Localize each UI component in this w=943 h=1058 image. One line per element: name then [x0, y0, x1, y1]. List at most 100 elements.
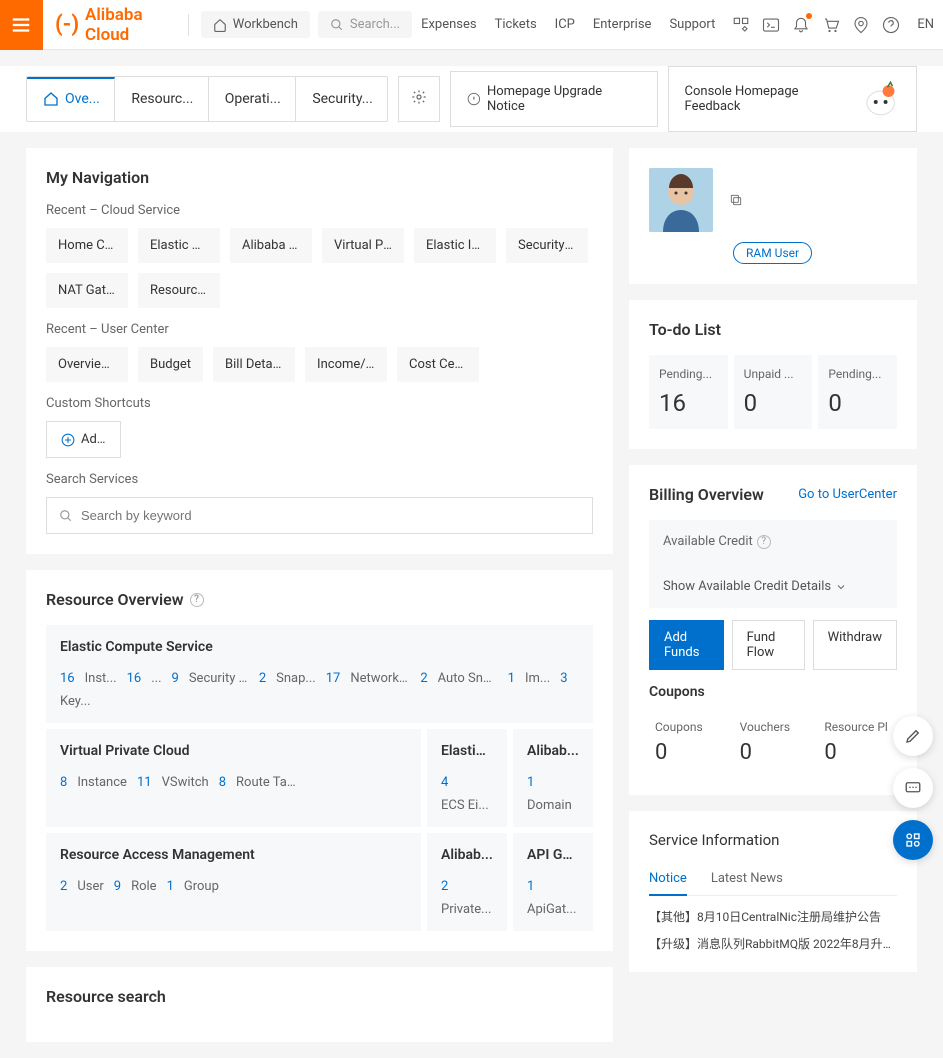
service-chip[interactable]: Security C...: [506, 228, 588, 263]
grid-icon: [904, 831, 922, 849]
recent-user-center: Overview ... Budget Bill Details Income/…: [46, 347, 593, 382]
resource-dns[interactable]: Alibab... 1Domain: [513, 729, 593, 827]
coupons-title: Coupons: [649, 684, 897, 700]
nav-expenses[interactable]: Expenses: [412, 17, 486, 32]
service-chip[interactable]: NAT Gate...: [46, 273, 128, 308]
resource-ram[interactable]: Resource Access Management 2User 9Role 1…: [46, 833, 421, 931]
tab-latest-news[interactable]: Latest News: [711, 863, 783, 895]
edit-button[interactable]: [893, 716, 933, 756]
resource-vpc[interactable]: Virtual Private Cloud 8Instance 11VSwitc…: [46, 729, 421, 827]
user-chip[interactable]: Income/E...: [305, 347, 387, 382]
terminal-icon[interactable]: [762, 16, 780, 34]
notification-badge: [806, 13, 812, 19]
available-credit-label: Available Credit ?: [663, 534, 883, 549]
service-info-card: Service Information Notice Latest News 【…: [629, 811, 917, 972]
my-navigation-card: My Navigation Recent – Cloud Service Hom…: [26, 148, 613, 554]
help-icon[interactable]: [882, 16, 900, 34]
home-icon: [43, 91, 59, 107]
service-info-title: Service Information: [649, 831, 897, 849]
tab-security[interactable]: Security...: [296, 77, 387, 121]
todo-stat[interactable]: Pending...16: [649, 355, 728, 429]
todo-stat[interactable]: Unpaid ...0: [734, 355, 813, 429]
nav-icp[interactable]: ICP: [546, 17, 584, 32]
app-header: (-) Alibaba Cloud Workbench Search... Ex…: [0, 0, 943, 50]
fund-flow-button[interactable]: Fund Flow: [732, 620, 805, 670]
location-icon[interactable]: [852, 16, 870, 34]
resource-overview-card: Resource Overview ? Elastic Compute Serv…: [26, 570, 613, 951]
cart-icon[interactable]: [822, 16, 840, 34]
apps-button[interactable]: [893, 820, 933, 860]
resource-apigateway[interactable]: API Ga... 1ApiGat...: [513, 833, 593, 931]
add-funds-button[interactable]: Add Funds: [649, 620, 724, 670]
tab-settings-button[interactable]: [398, 76, 440, 122]
notice-item[interactable]: 【其他】8月10日CentralNic注册局维护公告: [649, 908, 897, 925]
chat-icon: [904, 779, 922, 797]
service-chip[interactable]: Virtual Pri...: [322, 228, 404, 263]
mascot-icon: [861, 79, 900, 119]
language-selector[interactable]: EN: [908, 17, 943, 32]
help-icon[interactable]: ?: [757, 535, 771, 549]
resource-eip[interactable]: Elastic ... 4ECS Ei...: [427, 729, 507, 827]
search-icon: [330, 18, 344, 32]
search-services-field[interactable]: [81, 508, 580, 523]
user-chip[interactable]: Bill Details: [213, 347, 295, 382]
service-chip[interactable]: Home Co...: [46, 228, 128, 263]
main-content: My Navigation Recent – Cloud Service Hom…: [0, 132, 943, 1058]
todo-card: To-do List Pending...16 Unpaid ...0 Pend…: [629, 300, 917, 449]
user-chip[interactable]: Budget: [138, 347, 203, 382]
chat-button[interactable]: [893, 768, 933, 808]
nav-tickets[interactable]: Tickets: [486, 17, 546, 32]
user-chip[interactable]: Overview ...: [46, 347, 128, 382]
header-search[interactable]: Search...: [318, 11, 412, 38]
todo-stat[interactable]: Pending...0: [818, 355, 897, 429]
search-services-label: Search Services: [46, 472, 593, 487]
logo[interactable]: (-) Alibaba Cloud: [43, 5, 184, 45]
home-icon: [213, 18, 227, 32]
tab-overview[interactable]: Ove...: [27, 77, 115, 121]
logo-icon: (-): [55, 12, 79, 37]
divider: [188, 14, 189, 36]
custom-shortcuts-label: Custom Shortcuts: [46, 396, 593, 411]
tab-resources[interactable]: Resourc...: [115, 77, 208, 121]
my-navigation-title: My Navigation: [46, 168, 593, 187]
tabs-row: Ove... Resourc... Operati... Security...…: [0, 66, 943, 132]
service-chip[interactable]: Elastic Co...: [138, 228, 220, 263]
service-chip[interactable]: Resource ...: [138, 273, 220, 308]
user-chip[interactable]: Cost Cent...: [397, 347, 479, 382]
add-shortcut-button[interactable]: Ad…: [46, 421, 121, 458]
service-chip[interactable]: Alibaba C...: [230, 228, 312, 263]
avatar: [649, 168, 713, 232]
notifications-icon[interactable]: [792, 16, 810, 34]
billing-card: Billing Overview Go to UserCenter Availa…: [629, 465, 917, 795]
upgrade-notice-button[interactable]: Homepage Upgrade Notice: [450, 71, 657, 127]
main-tabs: Ove... Resourc... Operati... Security...: [26, 76, 388, 122]
resource-search-card: Resource search: [26, 967, 613, 1042]
resource-ecs[interactable]: Elastic Compute Service 16Inst... 16... …: [46, 625, 593, 723]
show-credit-details[interactable]: Show Available Credit Details: [663, 579, 883, 594]
floating-actions: [893, 716, 933, 860]
resource-search-title: Resource search: [46, 987, 593, 1006]
coupon-stat[interactable]: Vouchers0: [734, 710, 813, 775]
notice-item[interactable]: 【升级】消息队列RabbitMQ版 2022年8月升级...: [649, 935, 897, 952]
coupon-stat[interactable]: Resource Pl0: [818, 710, 897, 775]
nav-support[interactable]: Support: [660, 17, 724, 32]
pencil-icon: [904, 727, 922, 745]
coupon-stat[interactable]: Coupons0: [649, 710, 728, 775]
recent-cloud-service-label: Recent – Cloud Service: [46, 203, 593, 218]
workbench-button[interactable]: Workbench: [201, 11, 310, 38]
copy-icon[interactable]: [729, 193, 743, 207]
app-switcher-icon[interactable]: [732, 16, 750, 34]
help-icon[interactable]: ?: [190, 593, 204, 607]
hamburger-menu-button[interactable]: [0, 0, 43, 50]
feedback-button[interactable]: Console Homepage Feedback: [668, 66, 917, 132]
go-usercenter-link[interactable]: Go to UserCenter: [798, 487, 897, 502]
service-chip[interactable]: Elastic IP ...: [414, 228, 496, 263]
nav-enterprise[interactable]: Enterprise: [584, 17, 661, 32]
user-card: RAM User: [629, 148, 917, 284]
search-services-input[interactable]: [46, 497, 593, 534]
withdraw-button[interactable]: Withdraw: [813, 620, 897, 670]
tab-operations[interactable]: Operati...: [209, 77, 297, 121]
recent-cloud-services: Home Co... Elastic Co... Alibaba C... Vi…: [46, 228, 593, 308]
tab-notice[interactable]: Notice: [649, 863, 687, 896]
resource-acr[interactable]: Alibab... 2Private...: [427, 833, 507, 931]
